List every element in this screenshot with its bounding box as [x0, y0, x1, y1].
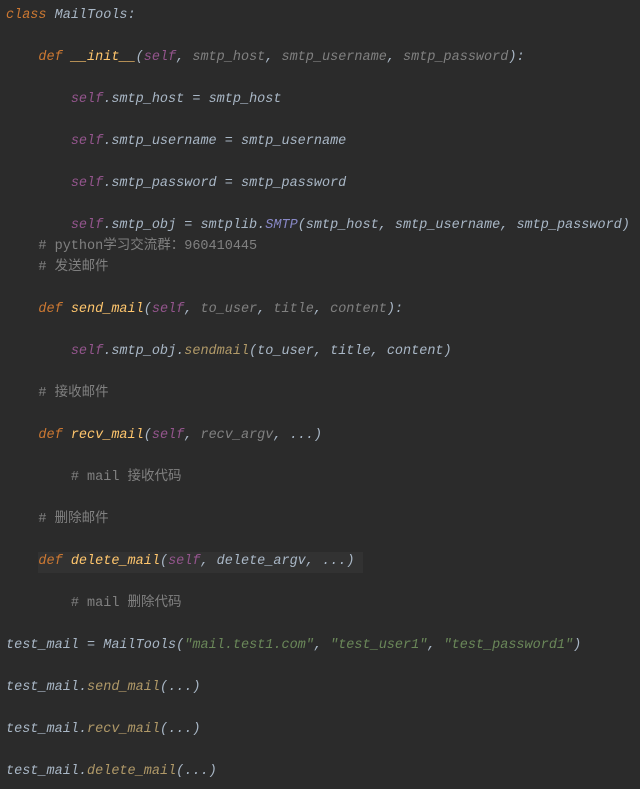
comment-mail-del-code: # mail 删除代码 — [71, 596, 182, 611]
blank-line — [6, 363, 640, 384]
param-content: content — [330, 302, 387, 317]
line-assign-username[interactable]: self.smtp_username = smtp_username — [6, 132, 640, 153]
keyword-class: class — [6, 8, 47, 23]
call-delete-mail: delete_mail — [87, 764, 176, 779]
str-host: "mail.test1.com" — [184, 638, 314, 653]
line-call-delete[interactable]: test_mail.delete_mail(...) — [6, 762, 640, 783]
class-name: MailTools — [55, 8, 128, 23]
call-send-mail: send_mail — [87, 680, 160, 695]
blank-line — [6, 447, 640, 468]
param-to-user: to_user — [200, 302, 257, 317]
attr-smtp-obj: smtp_obj — [111, 218, 176, 233]
call-recv-mail: recv_mail — [87, 722, 160, 737]
blank-line — [6, 489, 640, 510]
str-user: "test_user1" — [330, 638, 427, 653]
keyword-def: def — [38, 50, 62, 65]
attr-smtp-username: smtp_username — [111, 134, 216, 149]
line-send-def[interactable]: def send_mail(self, to_user, title, cont… — [6, 300, 640, 321]
fn-delete-mail: delete_mail — [71, 554, 160, 569]
blank-line — [6, 741, 640, 762]
blank-line — [6, 27, 640, 48]
param-self: self — [144, 50, 176, 65]
param-title: title — [273, 302, 314, 317]
line-assign-smtp-obj[interactable]: self.smtp_obj = smtplib.SMTP(smtp_host, … — [6, 216, 640, 237]
blank-line — [6, 279, 640, 300]
smtp-class: SMTP — [265, 218, 297, 233]
line-comment-recv[interactable]: # 接收邮件 — [6, 384, 640, 405]
blank-line — [6, 699, 640, 720]
line-comment-group[interactable]: # python学习交流群：960410445 — [6, 237, 640, 258]
blank-line — [6, 405, 640, 426]
blank-line — [6, 531, 640, 552]
code-editor[interactable]: class MailTools: def __init__(self, smtp… — [6, 6, 640, 783]
param-smtp-password: smtp_password — [403, 50, 508, 65]
param-delete-argv: delete_argv — [217, 554, 306, 569]
class-mailtools-call: MailTools — [103, 638, 176, 653]
str-password: "test_password1" — [444, 638, 574, 653]
line-comment-send[interactable]: # 发送邮件 — [6, 258, 640, 279]
line-delete-def[interactable]: def delete_mail(self, delete_argv, ...) — [6, 552, 640, 573]
blank-line — [6, 321, 640, 342]
comment-send-mail: # 发送邮件 — [38, 260, 108, 275]
blank-line — [6, 573, 640, 594]
line-comment-recv-code[interactable]: # mail 接收代码 — [6, 468, 640, 489]
fn-init: __init__ — [71, 50, 136, 65]
line-assign-host[interactable]: self.smtp_host = smtp_host — [6, 90, 640, 111]
line-recv-def[interactable]: def recv_mail(self, recv_argv, ...) — [6, 426, 640, 447]
line-sendmail-call[interactable]: self.smtp_obj.sendmail(to_user, title, c… — [6, 342, 640, 363]
blank-line — [6, 69, 640, 90]
method-sendmail: sendmail — [184, 344, 249, 359]
comment-delete-mail: # 删除邮件 — [38, 512, 108, 527]
attr-smtp-host: smtp_host — [111, 92, 184, 107]
line-comment-delete[interactable]: # 删除邮件 — [6, 510, 640, 531]
attr-smtp-password: smtp_password — [111, 176, 216, 191]
blank-line — [6, 657, 640, 678]
fn-recv-mail: recv_mail — [71, 428, 144, 443]
line-class[interactable]: class MailTools: — [6, 6, 640, 27]
comment-mail-recv-code: # mail 接收代码 — [71, 470, 182, 485]
fn-send-mail: send_mail — [71, 302, 144, 317]
param-smtp-host: smtp_host — [192, 50, 265, 65]
line-assign-password[interactable]: self.smtp_password = smtp_password — [6, 174, 640, 195]
blank-line — [6, 153, 640, 174]
blank-line — [6, 615, 640, 636]
blank-line — [6, 111, 640, 132]
line-call-recv[interactable]: test_mail.recv_mail(...) — [6, 720, 640, 741]
param-smtp-username: smtp_username — [281, 50, 386, 65]
param-recv-argv: recv_argv — [200, 428, 273, 443]
line-init-def[interactable]: def __init__(self, smtp_host, smtp_usern… — [6, 48, 640, 69]
line-call-send[interactable]: test_mail.send_mail(...) — [6, 678, 640, 699]
comment-recv-mail: # 接收邮件 — [38, 386, 108, 401]
var-test-mail: test_mail — [6, 638, 79, 653]
line-test-mail-assign[interactable]: test_mail = MailTools("mail.test1.com", … — [6, 636, 640, 657]
comment-study-group: # python学习交流群：960410445 — [38, 239, 257, 254]
blank-line — [6, 195, 640, 216]
line-comment-del-code[interactable]: # mail 删除代码 — [6, 594, 640, 615]
